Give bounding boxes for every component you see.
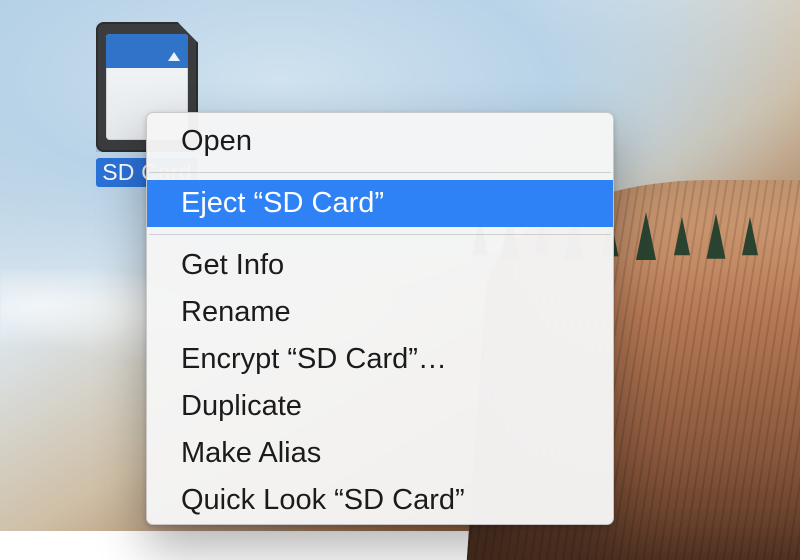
menu-item-open[interactable]: Open [147,118,613,165]
menu-item-rename[interactable]: Rename [147,289,613,336]
menu-separator [149,172,611,173]
menu-item-make-alias[interactable]: Make Alias [147,430,613,477]
menu-item-eject[interactable]: Eject “SD Card” [147,180,613,227]
menu-item-quick-look[interactable]: Quick Look “SD Card” [147,477,613,524]
menu-item-encrypt[interactable]: Encrypt “SD Card”… [147,336,613,383]
menu-item-duplicate[interactable]: Duplicate [147,383,613,430]
menu-item-get-info[interactable]: Get Info [147,242,613,289]
menu-separator [149,234,611,235]
context-menu: Open Eject “SD Card” Get Info Rename Enc… [146,112,614,525]
